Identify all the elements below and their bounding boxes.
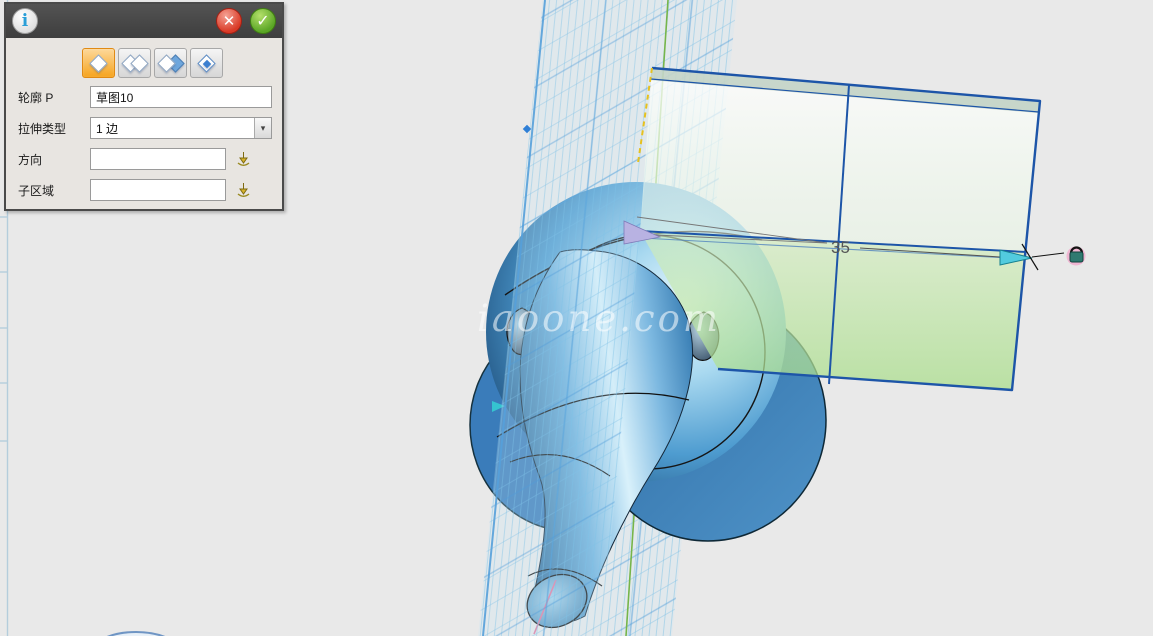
cancel-button[interactable]: ✕ <box>216 8 242 34</box>
subregion-input[interactable] <box>90 179 226 201</box>
dialog-titlebar: i ✕ ✓ <box>6 4 282 38</box>
extrude-type-value: 1 边 <box>91 120 254 137</box>
extrude-type-label: 拉伸类型 <box>18 120 90 137</box>
boolean-remove-button[interactable] <box>154 48 187 78</box>
direction-input[interactable] <box>90 148 226 170</box>
dimension-value[interactable]: 35 <box>831 238 850 257</box>
extrude-type-combo[interactable]: 1 边 ▾ <box>90 117 272 139</box>
navigation-ball[interactable] <box>86 632 186 636</box>
boolean-intersect-button[interactable] <box>190 48 223 78</box>
subregion-label: 子区域 <box>18 182 90 199</box>
extrude-dialog: i ✕ ✓ 轮廓 P 拉伸类型 1 边 ▾ 方向 <box>4 2 284 211</box>
dim-leader <box>1032 253 1064 257</box>
ok-button[interactable]: ✓ <box>250 8 276 34</box>
watermark: iaoone.com <box>477 297 721 340</box>
diamond-icon <box>89 54 107 72</box>
pick-from-list-icon[interactable] <box>235 151 252 168</box>
direction-label: 方向 <box>18 151 90 168</box>
cad-workspace: 35 iaoone.com i ✕ ✓ <box>0 0 1153 636</box>
profile-row: 轮廓 P <box>6 86 282 108</box>
boolean-toolbar <box>6 38 282 86</box>
subregion-row: 子区域 <box>6 179 282 201</box>
profile-input[interactable] <box>90 86 272 108</box>
boolean-add-button[interactable] <box>118 48 151 78</box>
pick-from-list-icon[interactable] <box>235 182 252 199</box>
boolean-base-button[interactable] <box>82 48 115 78</box>
chevron-down-icon[interactable]: ▾ <box>254 118 271 138</box>
extrude-type-row: 拉伸类型 1 边 ▾ <box>6 117 282 139</box>
info-icon[interactable]: i <box>12 8 38 34</box>
profile-label: 轮廓 P <box>18 89 90 106</box>
dim-lock-handle[interactable] <box>1067 247 1086 266</box>
direction-row: 方向 <box>6 148 282 170</box>
